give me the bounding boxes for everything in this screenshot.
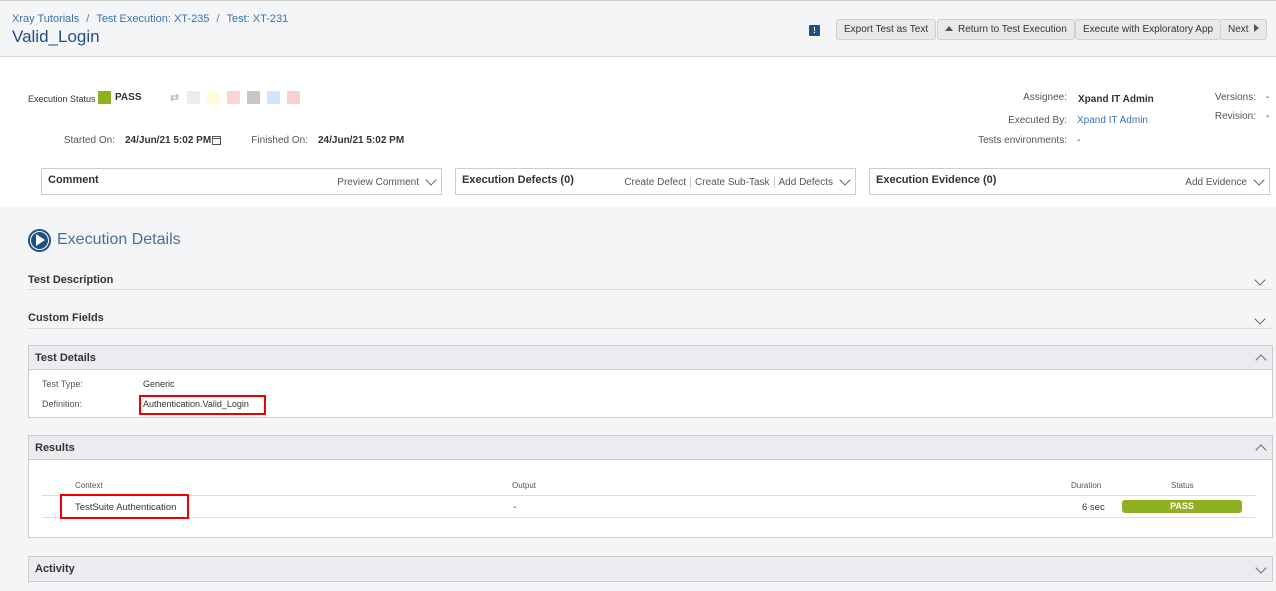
defects-box[interactable]: Execution Defects (0) Create Defect Creat… [455, 168, 856, 195]
breadcrumb-link-test-execution[interactable]: Test Execution: XT-235 [96, 13, 209, 25]
export-test-label: Export Test as Text [844, 24, 929, 35]
breadcrumb-link-project[interactable]: Xray Tutorials [12, 13, 79, 25]
test-type-value: Generic [143, 379, 175, 389]
revision-label: Revision: [1214, 111, 1256, 122]
results-panel: Results Context Output Duration Status T… [28, 435, 1273, 538]
test-details-panel: Test Details Test Type: Generic Definiti… [28, 345, 1273, 418]
status-badge: PASS [1122, 500, 1242, 513]
environments-label: Tests environments: [978, 135, 1067, 146]
chevron-up-icon[interactable] [1255, 444, 1267, 456]
create-subtask-link[interactable]: Create Sub-Task [695, 177, 769, 188]
page-header: Xray Tutorials / Test Execution: XT-235 / Te… [0, 0, 1276, 57]
execution-details-title: Execution Details [57, 231, 181, 248]
started-on-value: 24/Jun/21 5:02 PM [125, 135, 212, 146]
finished-on-value: 24/Jun/21 5:02 PM [318, 135, 405, 146]
create-defect-link[interactable]: Create Defect [624, 177, 686, 188]
test-description-label: Test Description [28, 274, 114, 286]
preview-comment-link[interactable]: Preview Comment [337, 177, 419, 188]
test-details-header[interactable]: Test Details [29, 346, 1272, 370]
status-option-other[interactable] [287, 91, 300, 104]
highlight-box [60, 494, 189, 519]
definition-label: Definition: [42, 399, 83, 409]
chevron-down-icon[interactable] [1253, 174, 1265, 186]
breadcrumb-separator: / [86, 13, 90, 25]
feedback-icon[interactable]: ! [809, 25, 820, 36]
next-button[interactable]: Next [1220, 19, 1267, 40]
swap-icon: ⇄ [170, 92, 180, 104]
test-description-header[interactable]: Test Description [28, 274, 1273, 286]
evidence-title: Execution Evidence (0) [876, 174, 997, 186]
chevron-down-icon[interactable] [1255, 562, 1267, 574]
arrow-up-icon [945, 26, 953, 31]
versions-value: - [1266, 92, 1270, 103]
status-option-executing[interactable] [207, 91, 220, 104]
test-type-label: Test Type: [42, 379, 83, 389]
execute-exploratory-button[interactable]: Execute with Exploratory App [1075, 19, 1222, 40]
evidence-box[interactable]: Execution Evidence (0) Add Evidence [869, 168, 1270, 195]
chevron-down-icon[interactable] [839, 174, 851, 186]
status-option-aborted[interactable] [247, 91, 260, 104]
column-header-status: Status [1171, 481, 1194, 490]
status-option-todo[interactable] [187, 91, 200, 104]
export-test-button[interactable]: Export Test as Text [836, 19, 937, 40]
executed-by-label: Executed By: [1008, 115, 1067, 126]
breadcrumb-link-test[interactable]: Test: XT-231 [227, 13, 289, 25]
execution-status-label: Execution Status [28, 94, 96, 104]
executed-by-value[interactable]: Xpand IT Admin [1077, 115, 1148, 126]
activity-title: Activity [35, 563, 75, 575]
status-swatch-pass [98, 91, 111, 104]
assignee-value[interactable]: Xpand IT Admin [1078, 94, 1154, 105]
highlight-box [139, 395, 266, 415]
column-header-output: Output [512, 481, 537, 490]
calendar-icon[interactable] [212, 136, 221, 145]
return-to-execution-label: Return to Test Execution [958, 24, 1067, 35]
environments-value: - [1077, 135, 1081, 146]
started-on-label: Started On: [63, 135, 115, 146]
add-evidence-link[interactable]: Add Evidence [1185, 177, 1247, 188]
comment-actions: Preview Comment [337, 177, 419, 188]
divider [42, 495, 1256, 496]
column-header-context: Context [75, 481, 103, 490]
divider [690, 177, 692, 188]
defects-actions: Create Defect Create Sub-Task Add Defects [624, 177, 833, 188]
defects-title: Execution Defects (0) [462, 174, 574, 186]
divider [42, 517, 1256, 518]
return-to-execution-button[interactable]: Return to Test Execution [937, 19, 1075, 40]
assignee-label: Assignee: [1023, 92, 1067, 103]
breadcrumb-separator: / [216, 13, 220, 25]
comment-box[interactable]: Comment Preview Comment [41, 168, 442, 195]
column-header-duration: Duration [1071, 481, 1102, 490]
breadcrumb: Xray Tutorials / Test Execution: XT-235 / Te… [12, 13, 288, 25]
divider [28, 328, 1273, 329]
comment-title: Comment [48, 174, 99, 186]
result-output: - [513, 502, 517, 513]
test-details-title: Test Details [35, 352, 96, 364]
next-label: Next [1228, 24, 1249, 35]
divider [28, 289, 1273, 290]
finished-on-label: Finished On: [251, 135, 308, 146]
versions-label: Versions: [1214, 92, 1256, 103]
execute-exploratory-label: Execute with Exploratory App [1083, 24, 1214, 35]
result-duration: 6 sec [1082, 502, 1105, 513]
activity-panel: Activity [28, 556, 1273, 582]
revision-value: - [1266, 111, 1270, 122]
results-header[interactable]: Results [29, 436, 1272, 460]
status-option-blocked[interactable] [267, 91, 280, 104]
add-defects-link[interactable]: Add Defects [779, 177, 833, 188]
play-icon [28, 229, 51, 252]
arrow-right-icon [1253, 24, 1259, 32]
execution-status-value[interactable]: PASS [115, 92, 142, 103]
divider [773, 177, 775, 188]
custom-fields-header[interactable]: Custom Fields [28, 312, 1273, 324]
status-option-fail[interactable] [227, 91, 240, 104]
chevron-up-icon[interactable] [1255, 354, 1267, 366]
results-title: Results [35, 442, 75, 454]
page-title: Valid_Login [12, 27, 100, 46]
chevron-down-icon[interactable] [425, 174, 437, 186]
evidence-actions: Add Evidence [1185, 177, 1247, 188]
custom-fields-label: Custom Fields [28, 312, 104, 324]
activity-header[interactable]: Activity [29, 557, 1272, 581]
